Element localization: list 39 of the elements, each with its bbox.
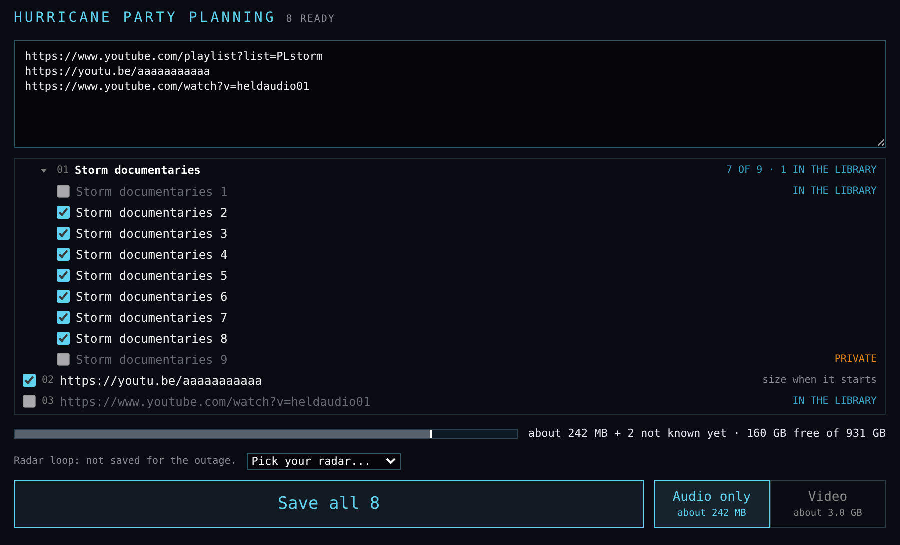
- radar-label: Radar loop: not saved for the outage.: [14, 456, 237, 467]
- item-note: size when it starts: [762, 375, 877, 386]
- item-checkbox[interactable]: [57, 290, 70, 303]
- storage-reading: about 242 MB + 2 not known yet · 160 GB free of 931 GB: [528, 427, 886, 440]
- item-title: Storm documentaries 9: [76, 352, 228, 366]
- item-checkbox[interactable]: [57, 206, 70, 219]
- caret-icon[interactable]: [41, 168, 47, 174]
- app-title: HURRICANE PARTY PLANNING: [14, 10, 276, 26]
- item-number: 02: [42, 375, 54, 386]
- item-title: https://www.youtube.com/watch?v=heldaudio01: [60, 394, 371, 408]
- item-checkbox[interactable]: [57, 269, 70, 282]
- item-checkbox[interactable]: [57, 248, 70, 261]
- item-checkbox[interactable]: [57, 311, 70, 324]
- item-note: IN THE LIBRARY: [792, 186, 877, 197]
- format-toggle[interactable]: Audio only about 242 MB: [654, 480, 770, 528]
- chevron-down-icon: [386, 458, 396, 465]
- item-title: Storm documentaries 4: [76, 248, 228, 262]
- item-note: IN THE LIBRARY: [792, 396, 877, 407]
- item-checkbox[interactable]: [57, 332, 70, 345]
- item-number: 01: [57, 165, 70, 176]
- item-title: https://youtu.be/aaaaaaaaaaa: [60, 374, 262, 388]
- item-title: Storm documentaries 6: [76, 290, 228, 304]
- item-title: Storm documentaries 8: [76, 332, 228, 346]
- format-toggle[interactable]: Video about 3.0 GB: [770, 480, 886, 528]
- ready-count: 8 READY: [286, 14, 336, 25]
- radar-dropdown[interactable]: Pick your radar...: [246, 453, 401, 470]
- links-input-field[interactable]: https://www.youtube.com/playlist?list=PLstorm https://youtu.be/aaaaaaaaaaa https://www.youtube.com/watch?v=heldaudio01: [14, 40, 886, 148]
- item-checkbox[interactable]: [23, 374, 36, 387]
- playlist-title: Storm documentaries: [75, 164, 201, 177]
- save-button[interactable]: Save all 8: [14, 480, 644, 528]
- item-number: 03: [42, 396, 54, 407]
- item-note: PRIVATE: [834, 354, 877, 365]
- item-title: Storm documentaries 7: [76, 310, 228, 324]
- item-title: Storm documentaries 5: [76, 268, 228, 282]
- item-checkbox[interactable]: [57, 227, 70, 240]
- item-title: Storm documentaries 2: [76, 206, 228, 220]
- item-note: 7 OF 9 · 1 IN THE LIBRARY: [726, 165, 877, 176]
- item-title: Storm documentaries 3: [76, 226, 228, 240]
- item-title: Storm documentaries 1: [76, 184, 228, 198]
